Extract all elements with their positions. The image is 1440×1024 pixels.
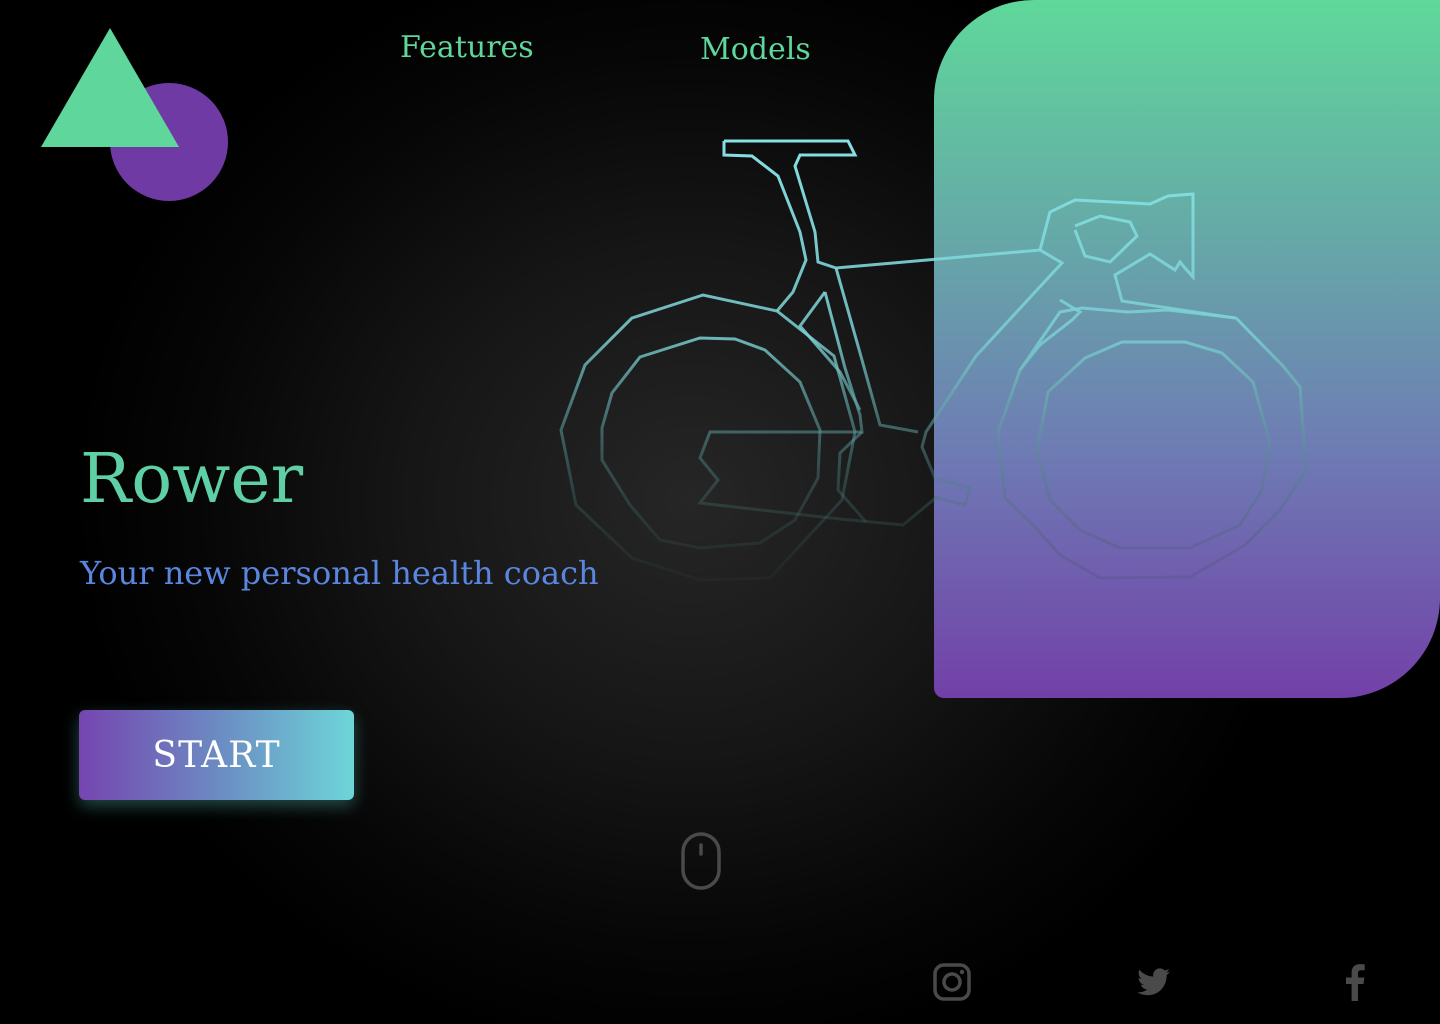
instagram-icon[interactable]: [932, 962, 972, 1002]
facebook-icon[interactable]: [1335, 962, 1375, 1002]
start-button[interactable]: START: [79, 710, 354, 800]
hero-title: Rower: [80, 440, 304, 519]
landing-page: Features Models Rower Your new personal …: [0, 0, 1440, 1024]
twitter-icon[interactable]: [1133, 962, 1173, 1002]
nav-models-link[interactable]: Models: [700, 32, 811, 67]
mouse-scroll-icon[interactable]: [680, 832, 722, 890]
hero-subtitle: Your new personal health coach: [80, 554, 599, 592]
nav-features-link[interactable]: Features: [400, 30, 534, 65]
bicycle-illustration-icon: [559, 139, 1308, 582]
logo-icon[interactable]: [40, 26, 230, 202]
